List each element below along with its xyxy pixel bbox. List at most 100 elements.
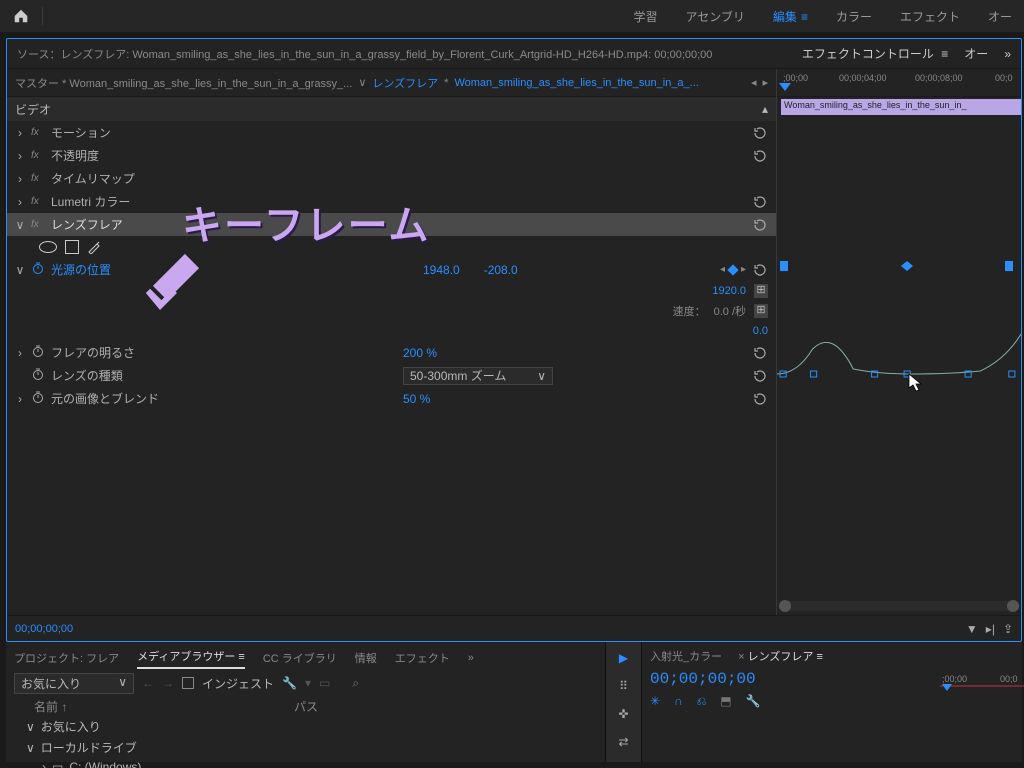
twirl-icon[interactable]: ∨: [15, 263, 25, 277]
rect-mask-icon[interactable]: [65, 240, 79, 254]
tab-overflow[interactable]: オー: [988, 8, 1012, 25]
ellipse-mask-icon[interactable]: [39, 241, 57, 253]
sequence-ruler-fragment[interactable]: ;00;00 00;0: [940, 672, 1024, 692]
favorites-combo[interactable]: お気に入り∨: [14, 673, 134, 694]
twirl-icon[interactable]: ∨: [26, 720, 35, 734]
chevron-down-icon[interactable]: ∨: [358, 76, 366, 89]
param-value[interactable]: 50 %: [403, 392, 430, 406]
reset-icon[interactable]: [752, 217, 768, 233]
reset-icon[interactable]: [752, 194, 768, 210]
param-value-y[interactable]: -208.0: [484, 263, 518, 277]
twirl-icon[interactable]: ›: [15, 172, 25, 186]
effect-motion[interactable]: › fx モーション: [7, 121, 776, 144]
back-icon[interactable]: ←: [142, 676, 154, 690]
panel-overflow-chevron[interactable]: »: [1004, 47, 1011, 61]
tree-favorites[interactable]: ∨お気に入り: [14, 716, 597, 737]
prev-keyframe-icon[interactable]: ◂: [720, 264, 725, 275]
forward-icon[interactable]: →: [162, 676, 174, 690]
wrench-icon[interactable]: 🔧: [282, 676, 297, 690]
stopwatch-icon[interactable]: [31, 367, 45, 384]
add-keyframe-icon[interactable]: [727, 264, 738, 275]
panel-tab-effect-controls[interactable]: エフェクトコントロール ≡: [802, 45, 948, 62]
track-select-icon[interactable]: ⠿: [614, 676, 634, 696]
stopwatch-icon[interactable]: [31, 344, 45, 361]
reset-icon[interactable]: [752, 345, 768, 361]
keyframe-markers[interactable]: [777, 259, 1021, 273]
reset-icon[interactable]: [752, 148, 768, 164]
twirl-icon[interactable]: ∨: [15, 218, 25, 232]
param-value[interactable]: 200 %: [403, 346, 437, 360]
new-bin-icon[interactable]: ▭: [319, 676, 330, 690]
scroll-handle-left[interactable]: [779, 600, 791, 612]
tab-edit[interactable]: 編集≡: [773, 8, 808, 25]
twirl-icon[interactable]: ›: [15, 392, 25, 406]
twirl-icon[interactable]: ∨: [26, 741, 35, 755]
tab-effect[interactable]: エフェクト: [900, 8, 960, 25]
stopwatch-icon[interactable]: [31, 261, 45, 278]
slip-tool-icon[interactable]: ⇄: [614, 732, 634, 752]
scroll-handle-right[interactable]: [1007, 600, 1019, 612]
crumb-clip[interactable]: Woman_smiling_as_she_lies_in_the_sun_in_…: [454, 77, 698, 89]
tab-color[interactable]: カラー: [836, 8, 872, 25]
next-keyframe-icon[interactable]: ▸: [741, 264, 746, 275]
seq-tab-light[interactable]: 入射光_カラー: [650, 648, 722, 664]
timeline-ruler[interactable]: ;00;00 00;00;04;00 00;00;08;00 00;0: [777, 69, 1021, 97]
tree-local-drives[interactable]: ∨ローカルドライブ: [14, 737, 597, 758]
playhead-icon[interactable]: [942, 684, 952, 691]
reset-icon[interactable]: [752, 262, 768, 278]
marker-icon[interactable]: ⎌: [697, 694, 707, 709]
export-icon[interactable]: ⇪: [1003, 622, 1013, 636]
next-keyframe-icon[interactable]: ▸: [762, 76, 768, 89]
filter-icon[interactable]: ▼: [966, 622, 978, 636]
crumb-master[interactable]: マスター * Woman_smiling_as_she_lies_in_the_…: [15, 75, 352, 91]
menu-icon[interactable]: ≡: [801, 10, 808, 24]
zoom-scrollbar[interactable]: [781, 601, 1017, 611]
col-name[interactable]: 名前 ↑: [34, 698, 214, 715]
selection-tool-icon[interactable]: ▶: [614, 648, 634, 668]
velocity-graph[interactable]: [777, 319, 1021, 439]
tab-overflow-icon[interactable]: »: [468, 652, 474, 664]
twirl-icon[interactable]: ›: [15, 195, 25, 209]
tab-learn[interactable]: 学習: [634, 8, 658, 25]
funnel-icon[interactable]: ▾: [305, 676, 311, 690]
twirl-icon[interactable]: ›: [15, 126, 25, 140]
home-icon[interactable]: [12, 7, 30, 25]
tab-media-browser[interactable]: メディアブラウザー ≡: [137, 648, 245, 669]
clip-bar[interactable]: Woman_smiling_as_she_lies_in_the_sun_in_: [781, 99, 1021, 115]
ingest-checkbox[interactable]: [182, 677, 194, 689]
tab-assembly[interactable]: アセンブリ: [686, 8, 745, 25]
effect-opacity[interactable]: › fx 不透明度: [7, 144, 776, 167]
tree-c-drive[interactable]: ›▭C: (Windows): [14, 758, 597, 768]
pct-box-icon[interactable]: ⊞: [754, 304, 768, 318]
stopwatch-icon[interactable]: [31, 390, 45, 407]
snap-icon[interactable]: ✳: [650, 694, 660, 709]
pct-box-icon[interactable]: ⊞: [754, 284, 768, 298]
crumb-effect[interactable]: レンズフレア: [372, 75, 438, 91]
marker-add-icon[interactable]: ⬒: [720, 694, 731, 709]
tab-info[interactable]: 情報: [355, 650, 377, 666]
tab-effects[interactable]: エフェクト: [395, 650, 450, 666]
ripple-tool-icon[interactable]: ✜: [614, 704, 634, 724]
tab-project[interactable]: プロジェクト: フレア: [14, 650, 119, 666]
reset-icon[interactable]: [752, 125, 768, 141]
effect-lumetri[interactable]: › fx Lumetri カラー: [7, 190, 776, 213]
prev-keyframe-icon[interactable]: ◂: [751, 76, 757, 89]
effect-timeremap[interactable]: › fx タイムリマップ: [7, 167, 776, 190]
param-value-x[interactable]: 1948.0: [423, 263, 460, 277]
twirl-icon[interactable]: ›: [15, 149, 25, 163]
twirl-icon[interactable]: ›: [15, 346, 25, 360]
seq-tab-lensflare[interactable]: × レンズフレア ≡: [738, 648, 823, 664]
footer-timecode[interactable]: 00;00;00;00: [15, 623, 73, 635]
pen-mask-icon[interactable]: [87, 240, 101, 254]
tab-cc-libraries[interactable]: CC ライブラリ: [263, 650, 337, 666]
twirl-icon[interactable]: ›: [42, 760, 46, 768]
panel-tab-overflow[interactable]: オー: [964, 45, 988, 62]
settings-icon[interactable]: 🔧: [746, 694, 761, 709]
reset-icon[interactable]: [752, 368, 768, 384]
collapse-icon[interactable]: ▴: [762, 102, 768, 116]
col-path[interactable]: パス: [294, 698, 318, 715]
effect-lensflare[interactable]: ∨ fx レンズフレア: [7, 213, 776, 236]
search-icon[interactable]: ⌕: [352, 676, 359, 691]
link-icon[interactable]: ∩: [674, 694, 683, 709]
menu-icon[interactable]: ≡: [941, 47, 948, 61]
